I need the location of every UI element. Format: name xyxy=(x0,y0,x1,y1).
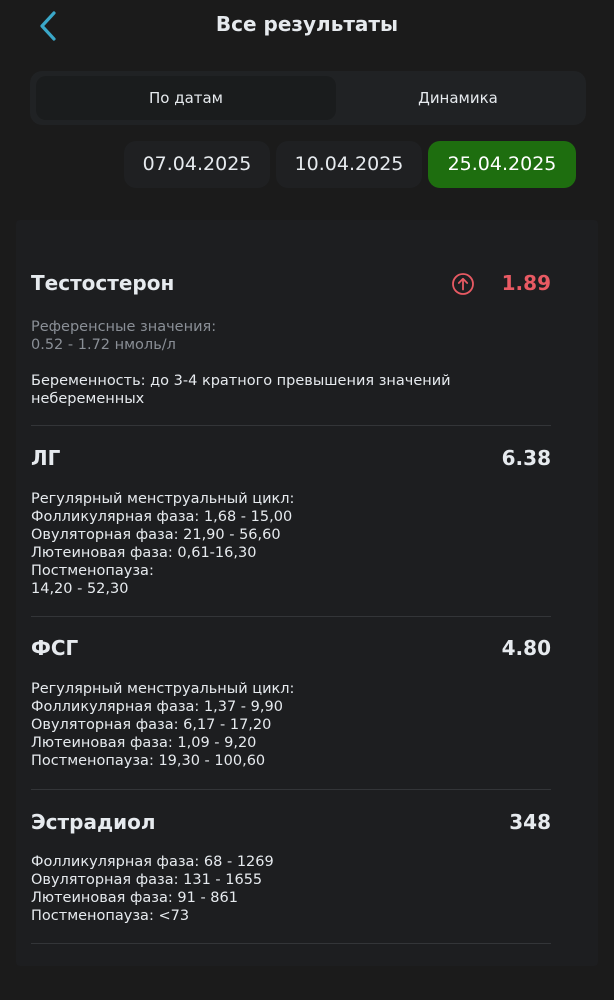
result-item[interactable]: ЛГ 6.38 Регулярный менструальный цикл: Ф… xyxy=(31,446,551,606)
result-value: 4.80 xyxy=(501,636,551,660)
arrow-up-circle-icon xyxy=(452,273,474,295)
view-tabs: По датам Динамика xyxy=(30,71,586,125)
result-item[interactable]: ФСГ 4.80 Регулярный менструальный цикл: … xyxy=(31,636,551,776)
result-note: Фолликулярная фаза: 68 - 1269 Овуляторна… xyxy=(31,854,274,924)
divider xyxy=(31,943,551,944)
date-chip[interactable]: 07.04.2025 xyxy=(124,141,270,188)
header: Все результаты xyxy=(0,0,614,50)
result-note: Регулярный менструальный цикл: Фолликуля… xyxy=(31,681,295,769)
reference-range: Референсные значения: 0.52 - 1.72 нмоль/… xyxy=(31,319,217,353)
date-chip[interactable]: 10.04.2025 xyxy=(276,141,422,188)
date-chip-selected[interactable]: 25.04.2025 xyxy=(428,141,576,188)
divider xyxy=(31,425,551,426)
result-name: Тестостерон xyxy=(31,271,175,295)
result-name: ЛГ xyxy=(31,446,61,470)
tab-by-dates[interactable]: По датам xyxy=(36,76,336,120)
tab-dynamics[interactable]: Динамика xyxy=(336,76,580,120)
divider xyxy=(31,616,551,617)
result-note: Регулярный менструальный цикл: Фолликуля… xyxy=(31,491,295,597)
result-name: ФСГ xyxy=(31,636,79,660)
result-value: 348 xyxy=(509,810,551,834)
divider xyxy=(31,789,551,790)
result-value: 1.89 xyxy=(501,271,551,295)
result-name: Эстрадиол xyxy=(31,810,156,834)
page-title: Все результаты xyxy=(215,12,399,36)
result-item[interactable]: Тестостерон 1.89 Референсные значения: 0… xyxy=(31,271,551,411)
result-value: 6.38 xyxy=(501,446,551,470)
result-item[interactable]: Эстрадиол 348 Фолликулярная фаза: 68 - 1… xyxy=(31,810,551,930)
result-note: Беременность: до 3-4 кратного превышения… xyxy=(31,373,451,407)
